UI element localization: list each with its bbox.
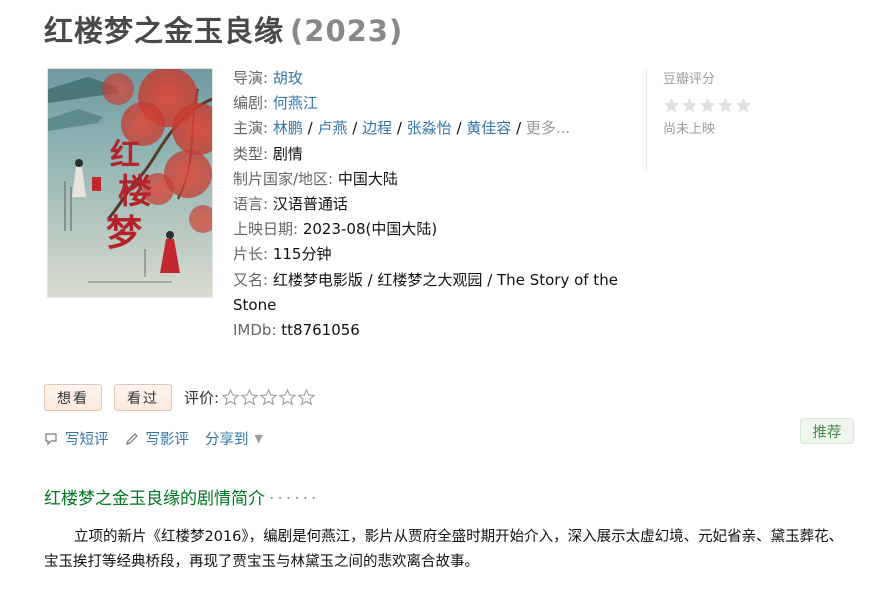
country-value: 中国大陆 bbox=[337, 169, 398, 188]
imdb-row: IMDb: tt8761056 bbox=[233, 318, 633, 343]
star-icon bbox=[717, 97, 734, 113]
pencil-icon bbox=[125, 432, 138, 445]
writer-label: 编剧: bbox=[233, 94, 269, 113]
writer-link[interactable]: 何燕江 bbox=[273, 94, 318, 112]
user-rating-stars bbox=[221, 388, 316, 407]
cast-row: 主演: 林鹏 / 卢燕 / 边程 / 张淼怡 / 黄佳容 / 更多... bbox=[233, 119, 571, 138]
runtime-row: 片长: 115分钟 bbox=[233, 242, 633, 267]
share-dropdown[interactable]: 分享到 ▼ bbox=[205, 428, 263, 449]
star-outline-icon[interactable] bbox=[240, 388, 259, 407]
director-link[interactable]: 胡玫 bbox=[273, 69, 303, 87]
seen-button[interactable]: 看过 bbox=[114, 384, 172, 411]
svg-text:梦: 梦 bbox=[106, 212, 142, 254]
douban-rating-box: 豆瓣评分 尚未上映 bbox=[646, 68, 783, 172]
write-review-link[interactable]: 写影评 bbox=[125, 428, 190, 449]
action-bar: 想看 看过 评价: bbox=[44, 384, 316, 411]
writer-row: 编剧: 何燕江 bbox=[233, 91, 633, 116]
language-label: 语言: bbox=[233, 195, 269, 214]
imdb-value: tt8761056 bbox=[281, 321, 360, 340]
star-outline-icon[interactable] bbox=[221, 388, 240, 407]
country-label: 制片国家/地区: bbox=[233, 169, 334, 188]
language-value: 汉语普通话 bbox=[272, 195, 348, 214]
country-row: 制片国家/地区: 中国大陆 bbox=[233, 167, 633, 192]
poster-artwork: 红 楼 梦 bbox=[48, 69, 212, 283]
svg-text:红: 红 bbox=[110, 138, 140, 173]
star-outline-icon[interactable] bbox=[259, 388, 278, 407]
page-title: 红楼梦之金玉良缘 (2023) bbox=[44, 8, 403, 50]
rating-label: 豆瓣评分 bbox=[663, 72, 716, 87]
director-label: 导演: bbox=[233, 69, 269, 87]
svg-text:楼: 楼 bbox=[118, 172, 152, 212]
write-short-review-link[interactable]: 写短评 bbox=[44, 428, 109, 449]
imdb-label: IMDb: bbox=[233, 321, 277, 340]
share-label: 分享到 bbox=[205, 432, 249, 448]
summary-dots: ······ bbox=[269, 489, 320, 509]
cast-more-link[interactable]: 更多... bbox=[526, 119, 570, 137]
chevron-down-icon: ▼ bbox=[254, 432, 263, 445]
aka-value: 红楼梦电影版 / 红楼梦之大观园 / The Story of the Ston… bbox=[233, 270, 618, 314]
runtime-value: 115分钟 bbox=[272, 245, 332, 264]
aka-label: 又名: bbox=[233, 270, 269, 289]
movie-year: (2023) bbox=[290, 14, 404, 48]
speech-bubble-icon bbox=[45, 432, 57, 445]
genre-value: 剧情 bbox=[272, 144, 303, 163]
cast-label: 主演: bbox=[233, 119, 269, 138]
star-icon bbox=[663, 97, 680, 113]
movie-info: 导演: 胡玫 编剧: 何燕江 主演: 林鹏 / 卢燕 / 边程 / 张淼怡 / … bbox=[233, 66, 633, 343]
director-row: 导演: 胡玫 bbox=[233, 66, 633, 91]
aka-row: 又名: 红楼梦电影版 / 红楼梦之大观园 / The Story of the … bbox=[233, 268, 633, 318]
rating-stars bbox=[663, 97, 783, 114]
review-tools: 写短评 写影评 分享到 ▼ bbox=[44, 428, 263, 449]
genre-label: 类型: bbox=[233, 144, 269, 163]
summary-heading: 红楼梦之金玉良缘的剧情简介 ······ bbox=[44, 484, 319, 509]
release-label: 上映日期: bbox=[233, 220, 299, 239]
cast-link[interactable]: 林鹏 bbox=[273, 119, 303, 137]
summary-title: 红楼梦之金玉良缘的剧情简介 bbox=[44, 489, 265, 509]
star-outline-icon[interactable] bbox=[278, 388, 297, 407]
rate-label: 评价: bbox=[184, 389, 220, 407]
language-row: 语言: 汉语普通话 bbox=[233, 192, 633, 217]
star-icon bbox=[699, 97, 716, 113]
movie-poster[interactable]: 红 楼 梦 bbox=[47, 68, 213, 298]
release-value: 2023-08(中国大陆) bbox=[302, 220, 438, 239]
summary-text: 立项的新片《红楼梦2016》，编剧是何燕江，影片从贾府全盛时期开始介入，深入展示… bbox=[44, 529, 844, 570]
cast-link[interactable]: 边程 bbox=[362, 119, 392, 137]
star-icon bbox=[735, 97, 752, 113]
genre-row: 类型: 剧情 bbox=[233, 142, 633, 167]
recommend-button[interactable]: 推荐 bbox=[800, 418, 854, 444]
write-short-review-label: 写短评 bbox=[65, 432, 109, 448]
star-outline-icon[interactable] bbox=[297, 388, 316, 407]
rating-status: 尚未上映 bbox=[663, 122, 716, 137]
want-to-see-button[interactable]: 想看 bbox=[44, 384, 102, 411]
cast-link[interactable]: 黄佳容 bbox=[466, 119, 511, 137]
runtime-label: 片长: bbox=[233, 245, 269, 264]
movie-title: 红楼梦之金玉良缘 bbox=[44, 14, 285, 48]
release-row: 上映日期: 2023-08(中国大陆) bbox=[233, 217, 633, 242]
cast-link[interactable]: 卢燕 bbox=[317, 119, 347, 137]
write-review-label: 写影评 bbox=[145, 432, 190, 448]
star-icon bbox=[681, 97, 698, 113]
cast-link[interactable]: 张淼怡 bbox=[407, 119, 452, 137]
